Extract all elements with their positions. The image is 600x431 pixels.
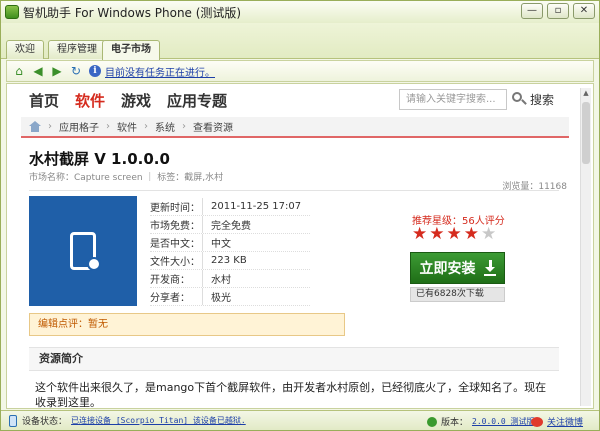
star-icon: ★	[481, 224, 497, 244]
tab-market[interactable]: 电子市场	[102, 40, 160, 60]
back-arrow-icon[interactable]: ◀	[31, 64, 45, 78]
home-icon[interactable]: ⌂	[12, 64, 26, 78]
market-page: 首页 软件 游戏 应用专题 请输入关键字搜索... 搜索 › 应用格子 › 软件…	[6, 83, 594, 409]
detail-label: 市场免费：	[150, 221, 200, 232]
app-details: 更新时间： 2011-11-25 17:07 市场免费： 完全免费 是否中文： …	[150, 198, 310, 306]
search-button-label: 搜索	[530, 92, 555, 107]
detail-row: 更新时间： 2011-11-25 17:07	[150, 198, 310, 216]
toolbar: ⌂ ◀ ▶ ↻ i 目前没有任务正在进行。	[6, 60, 594, 82]
maximize-button[interactable]: ▫	[547, 3, 569, 19]
detail-row: 文件大小： 223 KB	[150, 252, 310, 270]
weibo-icon	[531, 416, 543, 427]
rating-stars: ★ ★ ★ ★ ★	[412, 226, 496, 243]
breadcrumb-item[interactable]: 系统	[155, 119, 175, 134]
star-icon: ★	[412, 224, 428, 244]
task-status: i 目前没有任务正在进行。	[89, 64, 215, 79]
version-value[interactable]: 2.0.0.0 测试版	[472, 416, 535, 427]
version-label: 版本：	[441, 418, 469, 428]
detail-value: 完全免费	[202, 216, 310, 233]
window-title: 智机助手 For Windows Phone (测试版)	[23, 5, 242, 20]
breadcrumb-item[interactable]: 应用格子	[59, 119, 99, 134]
minimize-button[interactable]: —	[521, 3, 543, 19]
status-bar: 设备状态： 已连接设备 [Scorpio Titan] 该设备已越狱. 版本： …	[1, 410, 599, 430]
device-icon	[9, 414, 17, 427]
detail-value: 2011-11-25 17:07	[202, 198, 310, 215]
download-icon	[483, 260, 496, 276]
detail-label: 分享者：	[150, 293, 190, 304]
tab-app-manager[interactable]: 程序管理	[48, 40, 106, 59]
detail-label: 是否中文：	[150, 239, 200, 250]
intro-header: 资源简介	[29, 347, 559, 371]
detail-row: 开发商： 水村	[150, 270, 310, 288]
breadcrumb-separator: ›	[144, 121, 148, 132]
close-button[interactable]: ✕	[573, 3, 595, 19]
detail-row: 分享者： 极光	[150, 288, 310, 306]
star-icon: ★	[463, 224, 479, 244]
phone-screenshot-icon	[70, 232, 101, 271]
title-bar: 智机助手 For Windows Phone (测试版) — ▫ ✕	[1, 1, 599, 23]
refresh-icon[interactable]: ↻	[69, 64, 83, 78]
task-status-text[interactable]: 目前没有任务正在进行。	[105, 64, 215, 79]
detail-row: 市场免费： 完全免费	[150, 216, 310, 234]
scroll-up-arrow-icon[interactable]: ▲	[581, 88, 591, 98]
weibo-follow[interactable]: 关注微博	[531, 415, 583, 428]
search-button[interactable]: 搜索	[512, 88, 566, 110]
app-logo-icon	[5, 5, 19, 19]
detail-value: 水村	[202, 270, 310, 287]
weibo-follow-link[interactable]: 关注微博	[547, 415, 583, 428]
breadcrumb-home-icon[interactable]	[29, 121, 41, 132]
app-icon-tile	[29, 196, 137, 306]
nav-software[interactable]: 软件	[75, 90, 105, 111]
app-meta: 市场名称：Capture screen ｜ 标签：截屏,水村	[29, 173, 224, 183]
detail-value: 中文	[202, 234, 310, 251]
tab-welcome[interactable]: 欢迎	[6, 40, 44, 59]
nav-home[interactable]: 首页	[29, 90, 59, 111]
editor-review: 编辑点评：暂无	[29, 313, 345, 336]
detail-row: 是否中文： 中文	[150, 234, 310, 252]
breadcrumb: › 应用格子 › 软件 › 系统 › 查看资源	[21, 117, 569, 138]
tab-bar: 欢迎 程序管理 电子市场	[1, 23, 599, 60]
breadcrumb-separator: ›	[106, 121, 110, 132]
app-title: 水村截屏 V 1.0.0.0	[29, 150, 170, 168]
app-window: 智机助手 For Windows Phone (测试版) — ▫ ✕ 欢迎 程序…	[0, 0, 600, 431]
market-nav: 首页 软件 游戏 应用专题	[29, 90, 227, 111]
breadcrumb-separator: ›	[48, 121, 52, 132]
detail-value: 极光	[202, 288, 310, 305]
scrollbar[interactable]: ▲	[580, 88, 591, 406]
detail-value: 223 KB	[202, 252, 310, 269]
breadcrumb-separator: ›	[182, 121, 186, 132]
search-input[interactable]: 请输入关键字搜索...	[399, 89, 507, 110]
breadcrumb-item: 查看资源	[193, 123, 233, 134]
scroll-thumb[interactable]	[582, 102, 590, 164]
version-icon	[427, 416, 437, 427]
install-button[interactable]: 立即安装	[410, 252, 505, 284]
nav-games[interactable]: 游戏	[121, 90, 151, 111]
divider	[29, 190, 559, 191]
version-info: 版本： 2.0.0.0 测试版	[427, 415, 535, 428]
device-status-label: 设备状态：	[22, 417, 68, 427]
search-icon	[512, 92, 527, 106]
window-controls: — ▫ ✕	[521, 3, 595, 19]
device-status-value[interactable]: 已连接设备 [Scorpio Titan] 该设备已越狱.	[71, 415, 246, 426]
detail-label: 开发商：	[150, 275, 190, 286]
forward-arrow-icon[interactable]: ▶	[50, 64, 64, 78]
breadcrumb-item[interactable]: 软件	[117, 119, 137, 134]
intro-text: 这个软件出来很久了，是mango下首个截屏软件，由开发者水村原创，已经彻底火了，…	[35, 381, 547, 409]
download-count: 已有6828次下载	[410, 287, 505, 302]
star-icon: ★	[446, 224, 462, 244]
install-button-label: 立即安装	[419, 261, 476, 277]
detail-label: 更新时间：	[150, 203, 200, 214]
info-icon: i	[89, 65, 101, 77]
star-icon: ★	[429, 224, 445, 244]
detail-label: 文件大小：	[150, 257, 200, 268]
nav-topics[interactable]: 应用专题	[167, 90, 227, 111]
